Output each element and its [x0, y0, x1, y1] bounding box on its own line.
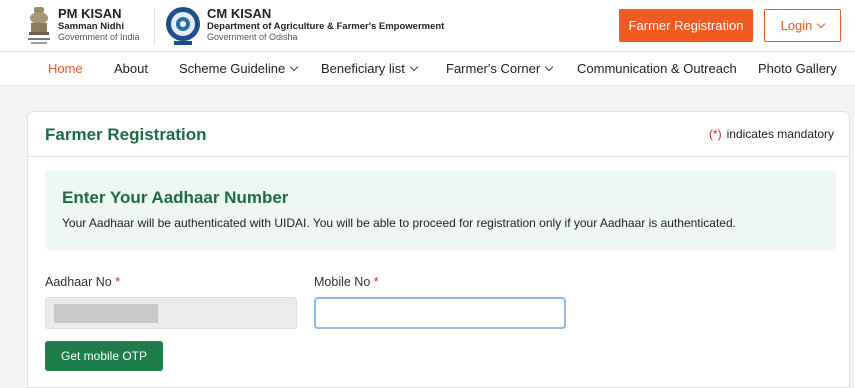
- aadhaar-field[interactable]: [45, 297, 297, 329]
- pm-kisan-title: PM KISAN: [58, 6, 122, 21]
- nav-photo-gallery[interactable]: Photo Gallery: [758, 61, 837, 76]
- info-text: Your Aadhaar will be authenticated with …: [62, 216, 736, 230]
- page-title: Farmer Registration: [45, 125, 207, 144]
- required-marker: *: [373, 275, 379, 289]
- nav-communication-outreach[interactable]: Communication & Outreach: [577, 61, 737, 76]
- pm-kisan-subtitle: Samman Nidhi: [58, 21, 124, 32]
- pm-kisan-brand[interactable]: PM KISAN Samman Nidhi Government of Indi…: [58, 7, 140, 43]
- main-nav: Home About Scheme Guideline Beneficiary …: [0, 52, 855, 86]
- cm-kisan-gov: Government of Odisha: [207, 32, 298, 42]
- aadhaar-label-text: Aadhaar No: [45, 275, 112, 289]
- nav-beneficiary-list[interactable]: Beneficiary list: [321, 61, 419, 76]
- login-button[interactable]: Login: [764, 9, 841, 42]
- odisha-emblem-icon: [166, 7, 200, 45]
- chevron-down-icon: [817, 19, 826, 28]
- mandatory-note: (*) indicates mandatory: [709, 127, 834, 141]
- pm-kisan-gov: Government of India: [58, 32, 140, 42]
- mobile-label: Mobile No *: [314, 275, 379, 289]
- get-mobile-otp-button[interactable]: Get mobile OTP: [45, 341, 163, 371]
- aadhaar-label: Aadhaar No *: [45, 275, 120, 289]
- card-divider: [28, 156, 849, 157]
- nav-scheme-guideline-label: Scheme Guideline: [179, 61, 286, 76]
- nav-home-label: Home: [48, 61, 83, 76]
- mobile-field[interactable]: [314, 297, 566, 329]
- mandatory-text: indicates mandatory: [726, 127, 834, 141]
- cm-kisan-brand[interactable]: CM KISAN Department of Agriculture & Far…: [207, 7, 444, 43]
- chevron-down-icon: [289, 62, 299, 71]
- nav-communication-outreach-label: Communication & Outreach: [577, 61, 737, 76]
- mandatory-marker: (*): [708, 127, 722, 141]
- nav-photo-gallery-label: Photo Gallery: [758, 61, 837, 76]
- mobile-label-text: Mobile No: [314, 275, 371, 289]
- nav-home[interactable]: Home: [48, 61, 83, 76]
- aadhaar-info-box: Enter Your Aadhaar Number Your Aadhaar w…: [45, 170, 836, 250]
- aadhaar-masked-value: [54, 304, 158, 323]
- nav-beneficiary-list-label: Beneficiary list: [321, 61, 405, 76]
- registration-card: Farmer Registration (*) indicates mandato…: [27, 111, 850, 388]
- cm-kisan-department: Department of Agriculture & Farmer's Emp…: [207, 21, 445, 32]
- nav-about[interactable]: About: [114, 61, 148, 76]
- chevron-down-icon: [544, 62, 554, 71]
- login-label: Login: [780, 18, 813, 33]
- national-emblem-icon: [28, 7, 50, 44]
- required-marker: *: [115, 275, 121, 289]
- cm-kisan-title: CM KISAN: [207, 6, 272, 21]
- nav-scheme-guideline[interactable]: Scheme Guideline: [179, 61, 299, 76]
- nav-farmers-corner[interactable]: Farmer's Corner: [446, 61, 554, 76]
- info-title: Enter Your Aadhaar Number: [62, 188, 289, 207]
- chevron-down-icon: [409, 62, 419, 71]
- top-header: PM KISAN Samman Nidhi Government of Indi…: [0, 0, 855, 52]
- nav-about-label: About: [114, 61, 148, 76]
- nav-farmers-corner-label: Farmer's Corner: [446, 61, 541, 76]
- header-divider: [154, 8, 155, 44]
- farmer-registration-button[interactable]: Farmer Registration: [619, 9, 753, 42]
